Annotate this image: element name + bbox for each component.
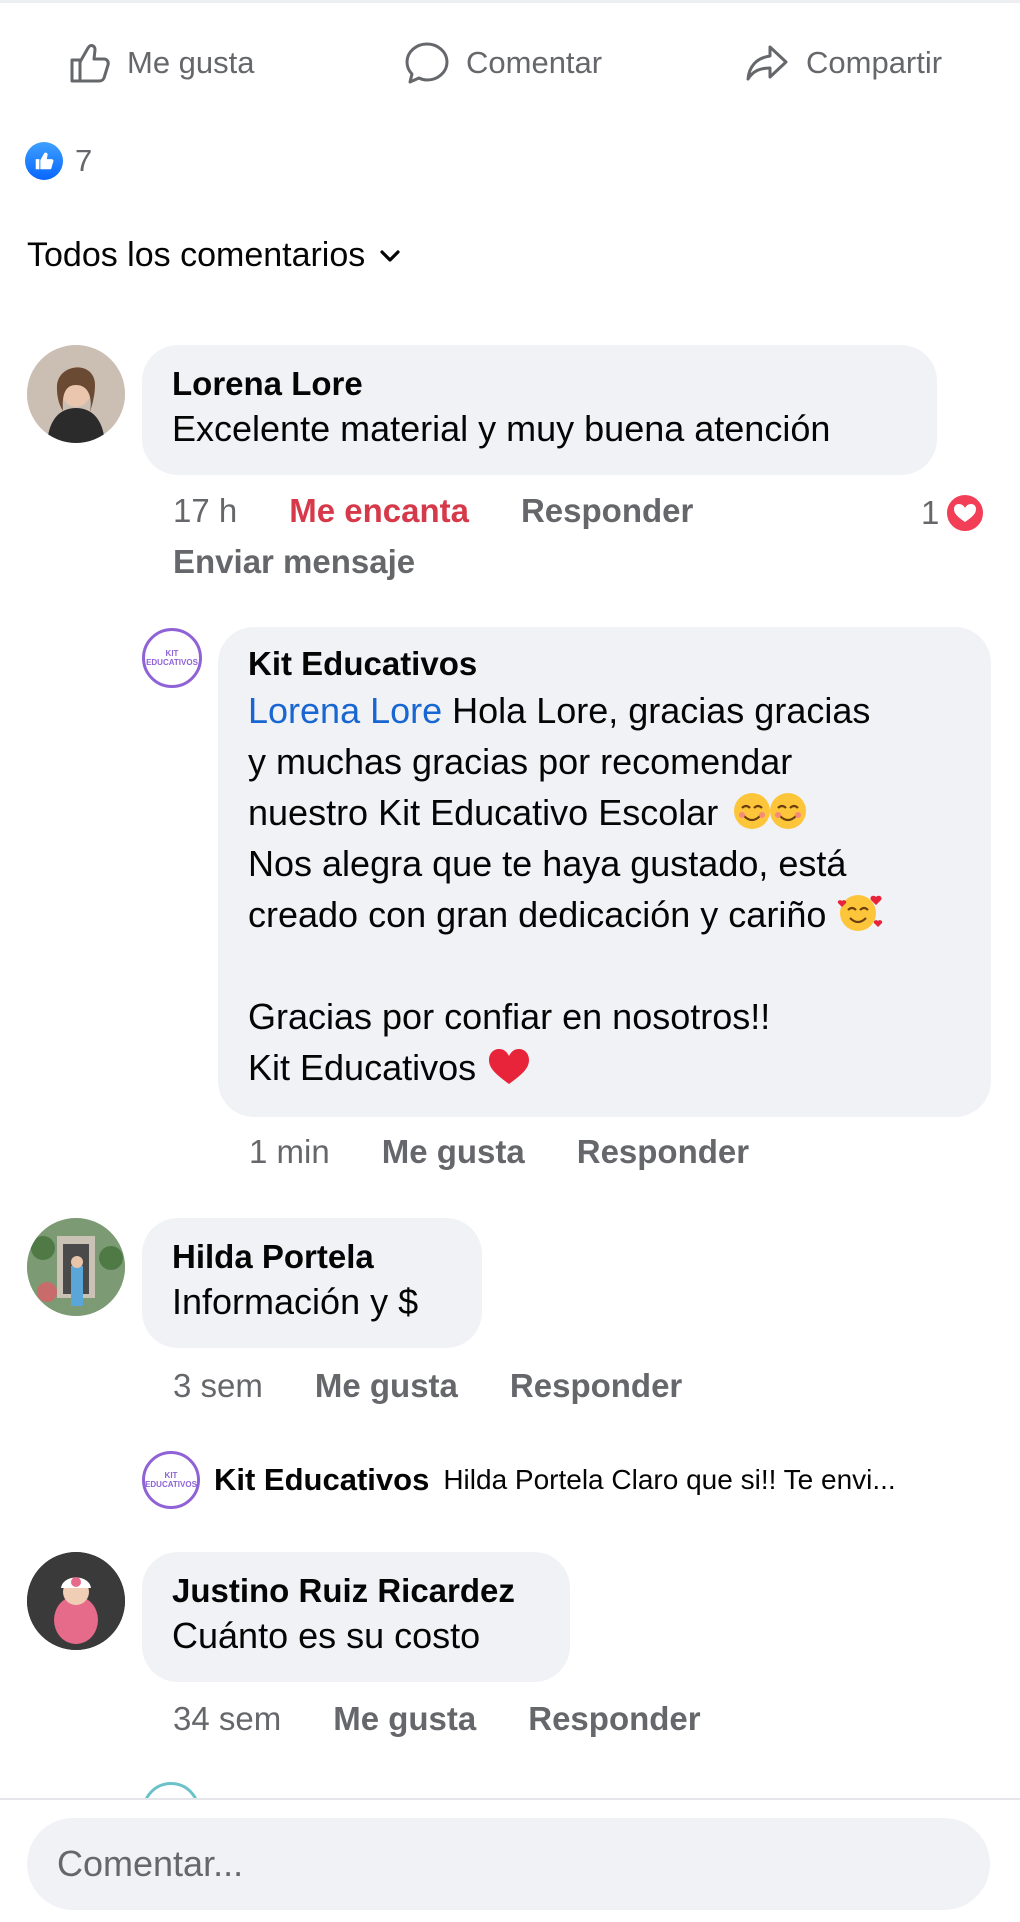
comment-meta: 34 sem Me gusta Responder xyxy=(173,1700,753,1738)
reply-preview[interactable]: KIT EDUCATIVOS Kit Educativos Hilda Port… xyxy=(142,1450,992,1510)
comment-button[interactable]: Comentar xyxy=(402,30,602,96)
comment-filter-dropdown[interactable]: Todos los comentarios xyxy=(27,236,403,275)
comment-author[interactable]: Lorena Lore xyxy=(172,365,907,403)
send-message-row: Enviar mensaje xyxy=(173,543,467,581)
reply-button[interactable]: Responder xyxy=(510,1367,682,1405)
share-button[interactable]: Compartir xyxy=(742,30,942,96)
comment-reaction-count[interactable]: 1 xyxy=(921,493,986,533)
reaction-count: 1 xyxy=(921,494,940,531)
reply-preview-text: Hilda Portela Claro que si!! Te envi... xyxy=(443,1464,896,1495)
comment-time[interactable]: 17 h xyxy=(173,492,237,530)
reaction-count: 7 xyxy=(75,143,93,178)
reply-button[interactable]: Responder xyxy=(521,492,693,530)
comment-bubble: Justino Ruiz Ricardez Cuánto es su costo xyxy=(142,1552,570,1682)
reply-meta: 1 min Me gusta Responder xyxy=(249,1133,801,1171)
reply-button[interactable]: Responder xyxy=(528,1700,700,1738)
avatar[interactable] xyxy=(27,345,125,443)
avatar[interactable] xyxy=(27,1218,125,1316)
like-reply-button[interactable]: Me gusta xyxy=(382,1133,525,1171)
smiling-face-with-hearts-icon xyxy=(838,895,883,931)
comment-icon xyxy=(405,42,449,84)
comment-text: Información y $ xyxy=(172,1281,419,1322)
comment-text: Excelente material y muy buena atención xyxy=(172,408,831,449)
heart-reaction-icon xyxy=(945,493,986,533)
like-label: Me gusta xyxy=(127,45,255,80)
like-comment-button[interactable]: Me gusta xyxy=(315,1367,458,1405)
reply-line-6: Gracias por confiar en nosotros!! xyxy=(248,996,771,1037)
reply-line-7: Kit Educativos xyxy=(248,1047,477,1088)
reply-line-5: creado con gran dedicación y cariño xyxy=(248,894,827,935)
love-reaction-button[interactable]: Me encanta xyxy=(289,492,469,530)
send-message-button[interactable]: Enviar mensaje xyxy=(173,543,415,581)
reply-line-1: Hola Lore, gracias gracias xyxy=(442,690,871,731)
comment-filter-label: Todos los comentarios xyxy=(27,236,366,274)
reply-line-3: nuestro Kit Educativo Escolar xyxy=(248,792,719,833)
red-heart-icon xyxy=(489,1049,530,1084)
profile-photo xyxy=(27,1552,125,1650)
post-action-bar: Me gusta Comentar Compartir xyxy=(0,30,1020,96)
clipped-page-avatar xyxy=(142,1782,200,1798)
reaction-summary[interactable]: 7 xyxy=(25,142,92,180)
smiling-emoji-icon xyxy=(734,793,807,829)
reply-preview-author: Kit Educativos xyxy=(214,1462,430,1497)
profile-photo xyxy=(27,345,125,443)
page-avatar: KIT EDUCATIVOS xyxy=(142,1451,200,1509)
chevron-down-icon xyxy=(380,249,400,262)
comment-bubble: Lorena Lore Excelente material y muy bue… xyxy=(142,345,937,475)
page-avatar[interactable]: KIT EDUCATIVOS xyxy=(142,628,202,688)
comment-text: Cuánto es su costo xyxy=(172,1615,481,1656)
brand-logo-icon: KIT EDUCATIVOS xyxy=(145,1471,197,1489)
reply-button[interactable]: Responder xyxy=(577,1133,749,1171)
reply-time[interactable]: 1 min xyxy=(249,1133,330,1171)
top-divider xyxy=(0,0,1020,3)
comment-time[interactable]: 34 sem xyxy=(173,1700,281,1738)
comment-author[interactable]: Justino Ruiz Ricardez xyxy=(172,1572,540,1610)
comment-composer xyxy=(0,1798,1020,1922)
like-reaction-icon xyxy=(25,142,63,180)
comment-time[interactable]: 3 sem xyxy=(173,1367,263,1405)
comment-author[interactable]: Hilda Portela xyxy=(172,1238,452,1276)
brand-logo-icon: KIT EDUCATIVOS xyxy=(146,649,198,667)
reply-text: Lorena Lore Hola Lore, gracias gracias y… xyxy=(248,685,961,1093)
like-comment-button[interactable]: Me gusta xyxy=(333,1700,476,1738)
reply-line-4: Nos alegra que te haya gustado, está xyxy=(248,843,847,884)
comment-meta: 17 h Me encanta Responder xyxy=(173,492,745,530)
share-icon xyxy=(746,45,788,81)
comment-meta: 3 sem Me gusta Responder xyxy=(173,1367,734,1405)
profile-photo xyxy=(27,1218,125,1316)
comment-input[interactable] xyxy=(27,1818,990,1910)
mention-link[interactable]: Lorena Lore xyxy=(248,690,442,731)
like-button[interactable]: Me gusta xyxy=(63,30,255,96)
comment-label: Comentar xyxy=(466,45,603,80)
share-label: Compartir xyxy=(806,45,943,80)
reply-bubble: Kit Educativos Lorena Lore Hola Lore, gr… xyxy=(218,627,991,1117)
thumbs-up-icon xyxy=(70,44,110,83)
reply-author[interactable]: Kit Educativos xyxy=(248,645,961,683)
reply-line-2: y muchas gracias por recomendar xyxy=(248,741,793,782)
avatar[interactable] xyxy=(27,1552,125,1650)
comment-bubble: Hilda Portela Información y $ xyxy=(142,1218,482,1348)
